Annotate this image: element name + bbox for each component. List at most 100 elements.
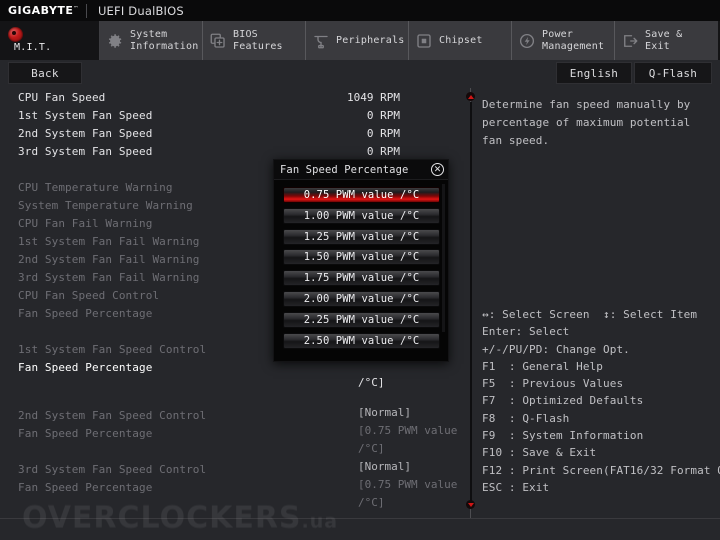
dialog-option[interactable]: 2.00 PWM value /°C: [283, 290, 440, 307]
tab-bios-features[interactable]: BIOS Features: [203, 21, 306, 60]
chip-plus-icon: [209, 32, 227, 50]
settings-row-label: 2nd System Fan Speed: [18, 126, 153, 140]
tab-mit[interactable]: M.I.T.: [0, 21, 100, 60]
trademark-glyph: ™: [73, 5, 79, 12]
keyboard-shortcuts-list: ↔: Select Screen ↕: Select Item Enter: Se…: [482, 306, 720, 496]
settings-row-value: 0 RPM: [366, 108, 400, 122]
settings-row-value: 0 RPM: [366, 144, 400, 158]
settings-row[interactable]: 3rd System Fan Speed 0 RPM: [0, 142, 455, 160]
shortcut-line: F9 : System Information: [482, 429, 644, 443]
shortcut-line: +/-/PU/PD: Change Opt.: [482, 342, 630, 356]
settings-row-value: 0 RPM: [366, 126, 400, 140]
dialog-option-label: 1.50 PWM value /°C: [303, 251, 420, 264]
tab-power-management[interactable]: Power Management: [512, 21, 615, 60]
settings-row-label: Fan Speed Percentage: [18, 480, 153, 494]
dialog-option-label: 2.50 PWM value /°C: [303, 334, 420, 347]
dialog-option-label: 2.25 PWM value /°C: [303, 313, 420, 326]
shortcut-line: Enter: Select: [482, 325, 570, 339]
settings-row-label: CPU Temperature Warning: [18, 180, 173, 194]
gigabyte-logo-text: GIGABYTE: [8, 4, 74, 17]
settings-value-text: /°C]: [358, 496, 385, 509]
settings-row[interactable]: 1st System Fan Speed 0 RPM: [0, 106, 455, 124]
dialog-option[interactable]: 2.25 PWM value /°C: [283, 311, 440, 328]
shortcut-line: F8 : Q-Flash: [482, 411, 570, 425]
shortcut-line: F1 : General Help: [482, 359, 604, 373]
tab-peripherals-label: Peripherals: [336, 34, 405, 46]
dialog-option[interactable]: 1.00 PWM value /°C: [283, 207, 440, 224]
brand-subtitle: UEFI DualBIOS: [97, 3, 184, 18]
dialog-option-label: 0.75 PWM value /°C: [303, 189, 420, 201]
shortcut-line: ↔: Select Screen ↕: Select Item: [482, 308, 698, 321]
tab-system-information-label: System Information: [130, 28, 199, 52]
settings-row-label: Fan Speed Percentage: [18, 306, 153, 320]
exit-arrow-icon: [621, 32, 639, 50]
dialog-option[interactable]: 1.75 PWM value /°C: [283, 270, 440, 287]
plug-icon: [312, 32, 330, 50]
settings-row-label: 3rd System Fan Speed Control: [18, 462, 207, 476]
sub-toolbar: Back English Q-Flash: [0, 60, 720, 88]
settings-row-label: Fan Speed Percentage: [18, 426, 153, 440]
dialog-title: Fan Speed Percentage: [280, 163, 409, 176]
tab-chipset-label: Chipset: [439, 34, 483, 46]
settings-row[interactable]: CPU Fan Speed 1049 RPM: [0, 88, 455, 106]
fan-speed-percentage-dialog: Fan Speed Percentage ✕ 0.75 PWM value /°…: [273, 159, 449, 363]
settings-value-text: [0.75 PWM value: [358, 424, 458, 437]
dialog-title-bar: Fan Speed Percentage ✕: [274, 160, 448, 180]
settings-value-text: [Normal]: [358, 406, 411, 419]
help-panel: Determine fan speed manually by percenta…: [471, 88, 720, 518]
shortcut-line: F5 : Previous Values: [482, 377, 624, 391]
tab-peripherals[interactable]: Peripherals: [306, 21, 409, 60]
shortcut-line: F10 : Save & Exit: [482, 446, 597, 460]
gigabyte-logo: GIGABYTE™: [0, 4, 86, 17]
tab-chipset[interactable]: Chipset: [409, 21, 512, 60]
settings-row-label: Fan Speed Percentage: [18, 360, 153, 374]
help-description: Determine fan speed manually by percenta…: [482, 98, 691, 147]
qflash-button[interactable]: Q-Flash: [634, 62, 712, 84]
tab-system-information[interactable]: System Information: [100, 21, 203, 60]
brand-bar: GIGABYTE™ UEFI DualBIOS: [0, 0, 720, 21]
main-menu-bar: M.I.T. System Information BIOS Features …: [0, 21, 720, 60]
bottom-strip: [0, 518, 720, 540]
bios-screen: GIGABYTE™ UEFI DualBIOS M.I.T. System In…: [0, 0, 720, 540]
gear-icon: [106, 32, 124, 50]
settings-row[interactable]: 2nd System Fan Speed 0 RPM: [0, 124, 455, 142]
dialog-option-label: 1.25 PWM value /°C: [303, 230, 420, 243]
settings-row-label: System Temperature Warning: [18, 198, 193, 212]
tab-bios-features-label: BIOS Features: [233, 28, 283, 52]
settings-value-text: /°C]: [358, 376, 385, 389]
shortcut-line: ESC : Exit: [482, 480, 550, 494]
close-circle-icon[interactable]: ✕: [431, 163, 444, 176]
settings-row-label: 1st System Fan Speed: [18, 108, 153, 122]
dialog-option[interactable]: 2.50 PWM value /°C: [283, 332, 440, 349]
settings-row-label: 2nd System Fan Speed Control: [18, 408, 207, 422]
dialog-option-label: 1.75 PWM value /°C: [303, 272, 420, 285]
settings-value-text: [Normal]: [358, 460, 411, 473]
settings-row-label: 3rd System Fan Speed: [18, 144, 153, 158]
settings-row-label: 3rd System Fan Fail Warning: [18, 270, 200, 284]
tab-save-and-exit-label: Save & Exit: [645, 28, 683, 52]
dialog-option[interactable]: 1.50 PWM value /°C: [283, 249, 440, 266]
settings-row-label: 1st System Fan Fail Warning: [18, 234, 200, 248]
dialog-option-label: 1.00 PWM value /°C: [303, 209, 420, 222]
dialog-option[interactable]: 1.25 PWM value /°C: [283, 228, 440, 245]
tab-save-and-exit[interactable]: Save & Exit: [615, 21, 718, 60]
settings-row-label: 1st System Fan Speed Control: [18, 342, 207, 356]
tab-power-management-label: Power Management: [542, 28, 605, 52]
settings-row-label: 2nd System Fan Fail Warning: [18, 252, 200, 266]
shortcut-line: F7 : Optimized Defaults: [482, 394, 644, 408]
dialog-options-list: 0.75 PWM value /°C 1.00 PWM value /°C 1.25…: [274, 180, 448, 362]
settings-row-label: CPU Fan Fail Warning: [18, 216, 153, 230]
mit-target-icon: [8, 27, 26, 42]
settings-value-text: [0.75 PWM value: [358, 478, 458, 491]
power-bolt-icon: [518, 32, 536, 50]
chipset-icon: [415, 32, 433, 50]
language-button[interactable]: English: [556, 62, 632, 84]
tab-mit-label: M.I.T.: [14, 42, 52, 53]
settings-row-label: CPU Fan Speed: [18, 90, 106, 104]
dialog-scrollbar[interactable]: [442, 184, 445, 332]
settings-row-value: 1049 RPM: [347, 90, 400, 104]
dialog-option-label: 2.00 PWM value /°C: [303, 292, 420, 305]
shortcut-line: F12 : Print Screen(FAT16/32 Format Only): [482, 463, 720, 477]
dialog-option[interactable]: 0.75 PWM value /°C: [283, 187, 440, 203]
back-button[interactable]: Back: [8, 62, 82, 84]
